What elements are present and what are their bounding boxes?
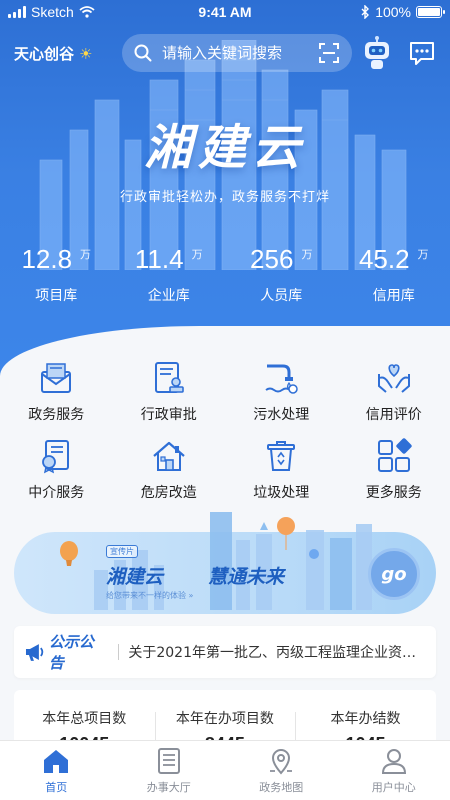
tab-label: 首页 xyxy=(45,781,68,794)
banner-subtitle: 慧通未来 xyxy=(208,566,285,588)
service-more[interactable]: 更多服务 xyxy=(338,438,450,516)
service-credit[interactable]: 信用评价 xyxy=(338,360,450,438)
stat-unit: 万 xyxy=(80,248,92,261)
message-icon[interactable] xyxy=(408,40,436,66)
search-icon xyxy=(134,44,152,62)
bluetooth-icon xyxy=(361,5,370,19)
stat-unit: 万 xyxy=(417,248,429,261)
service-label: 行政审批 xyxy=(140,407,197,423)
robot-assistant-icon[interactable] xyxy=(362,36,392,70)
building-icon xyxy=(157,748,180,774)
service-label: 污水处理 xyxy=(253,407,310,423)
tab-service-hall[interactable]: 办事大厅 xyxy=(113,741,226,800)
location-label: 天心创谷 xyxy=(14,45,75,63)
stat-label: 企业库 xyxy=(147,288,190,304)
service-label: 政务服务 xyxy=(28,407,85,423)
battery-icon xyxy=(416,6,445,18)
service-agency[interactable]: 中介服务 xyxy=(0,438,113,516)
stat-enterprise-db[interactable]: 11.4 万 企业库 xyxy=(113,244,226,305)
trash-bin-icon xyxy=(267,441,296,471)
notice-divider xyxy=(118,644,120,660)
sun-icon: ☀ xyxy=(79,44,93,63)
mail-icon xyxy=(41,363,72,393)
hands-heart-icon xyxy=(377,364,410,393)
service-label: 更多服务 xyxy=(365,485,422,501)
user-icon xyxy=(381,749,406,774)
notice-bar[interactable]: 公示公告 关于2021年第一批乙、丙级工程监理企业资质审查意见的公示 xyxy=(14,626,436,678)
tab-label: 办事大厅 xyxy=(146,781,191,794)
tab-label: 用户中心 xyxy=(371,781,416,794)
megaphone-icon xyxy=(25,644,44,661)
banner-tag: 宣传片 xyxy=(106,545,138,558)
search-bar[interactable] xyxy=(122,34,352,72)
brand-slogan: 行政审批轻松办，政务服务不打烊 xyxy=(119,190,330,205)
stat-personnel-db[interactable]: 256 万 人员库 xyxy=(225,244,338,305)
service-government[interactable]: 政务服务 xyxy=(0,360,113,438)
scan-icon[interactable] xyxy=(318,42,340,64)
stat-project-db[interactable]: 12.8 万 项目库 xyxy=(0,244,113,305)
year-stat-label: 本年总项目数 xyxy=(42,711,127,727)
stat-credit-db[interactable]: 45.2 万 信用库 xyxy=(338,244,450,305)
service-garbage[interactable]: 垃圾处理 xyxy=(225,438,338,516)
brand-title: 湘建云 xyxy=(143,120,306,176)
banner-note: 给您带来不一样的体验 » xyxy=(106,591,194,600)
tab-label: 政务地图 xyxy=(259,781,304,794)
service-label: 信用评价 xyxy=(365,407,422,423)
map-pin-icon xyxy=(270,749,293,775)
service-label: 垃圾处理 xyxy=(253,485,310,501)
banner-title: 湘建云 xyxy=(106,566,164,588)
service-grid: 政务服务 行政审批 污水处理 信用评价 中介服务 危房改造 垃圾处理 更多服务 xyxy=(0,360,450,516)
year-stat-label: 本年办结数 xyxy=(330,711,401,727)
database-stats: 12.8 万 项目库 11.4 万 企业库 256 万 人员库 45.2 万 信用库 xyxy=(0,244,450,305)
service-label: 中介服务 xyxy=(28,485,85,501)
sewage-pipe-icon xyxy=(265,364,298,394)
year-stat-label: 本年在办项目数 xyxy=(175,711,274,727)
tab-home[interactable]: 首页 xyxy=(0,741,113,800)
location-selector[interactable]: 天心创谷 ☀ xyxy=(14,43,92,64)
tab-bar: 首页 办事大厅 政务地图 用户中心 xyxy=(0,740,450,800)
go-button[interactable]: go xyxy=(368,548,420,600)
service-approval[interactable]: 行政审批 xyxy=(113,360,226,438)
battery-percent: 100% xyxy=(375,4,411,20)
notice-title: 公示公告 xyxy=(48,633,94,672)
certificate-icon xyxy=(42,440,70,474)
search-input[interactable] xyxy=(162,44,318,62)
stat-label: 人员库 xyxy=(260,288,303,304)
stat-label: 项目库 xyxy=(35,288,78,304)
stat-label: 信用库 xyxy=(372,288,415,304)
notice-text[interactable]: 关于2021年第一批乙、丙级工程监理企业资质审查意见的公示 xyxy=(128,642,426,662)
house-icon xyxy=(153,441,185,471)
tab-gov-map[interactable]: 政务地图 xyxy=(225,741,338,800)
tab-user-center[interactable]: 用户中心 xyxy=(338,741,450,800)
home-icon xyxy=(44,750,69,773)
service-label: 危房改造 xyxy=(140,485,197,501)
promo-banner[interactable]: 宣传片 湘建云 慧通未来 给您带来不一样的体验 » go xyxy=(14,510,436,615)
stat-unit: 万 xyxy=(301,248,313,261)
stat-unit: 万 xyxy=(191,248,203,261)
balloon-icon xyxy=(60,541,78,566)
stat-value: 12.8 xyxy=(21,244,73,274)
status-bar: Sketch 9:41 AM 100% xyxy=(0,0,450,26)
grid-more-icon xyxy=(377,438,412,472)
stat-value: 45.2 xyxy=(358,244,410,274)
service-dangerous-house[interactable]: 危房改造 xyxy=(113,438,226,516)
approval-stamp-icon xyxy=(154,362,184,393)
stat-value: 11.4 xyxy=(134,244,184,274)
service-sewage[interactable]: 污水处理 xyxy=(225,360,338,438)
stat-value: 256 xyxy=(250,244,294,274)
